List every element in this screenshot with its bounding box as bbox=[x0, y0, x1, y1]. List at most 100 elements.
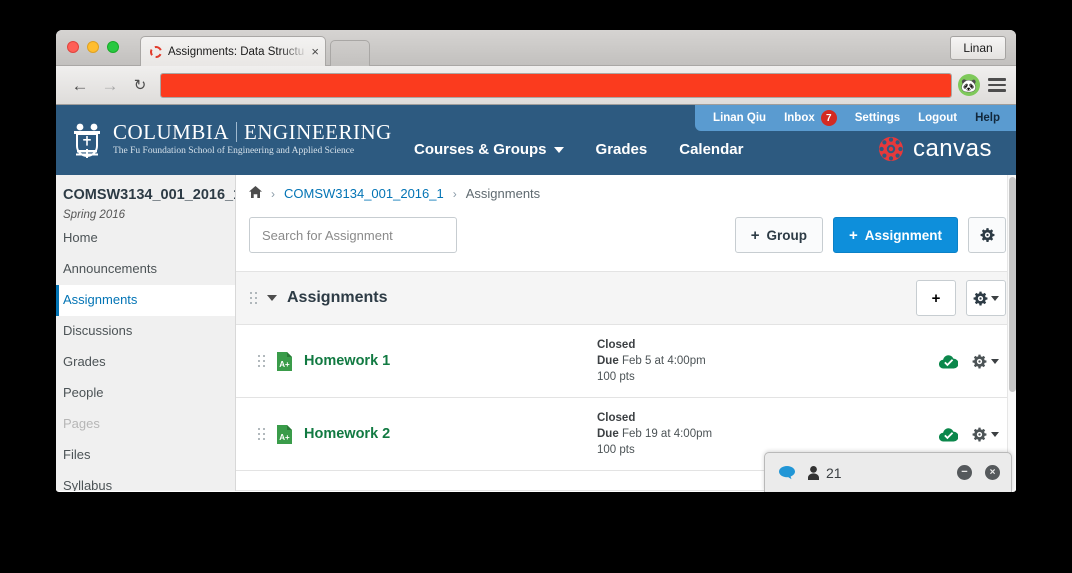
due-value: Feb 5 at 4:00pm bbox=[621, 354, 706, 367]
sidebar-item-grades[interactable]: Grades bbox=[56, 347, 235, 378]
forward-arrow-icon[interactable]: → bbox=[98, 73, 122, 97]
sidebar-item-syllabus[interactable]: Syllabus bbox=[56, 471, 235, 491]
back-arrow-icon[interactable]: ← bbox=[68, 73, 92, 97]
breadcrumb-course-link[interactable]: COMSW3134_001_2016_1 bbox=[284, 186, 444, 201]
browser-profile-button[interactable]: Linan bbox=[950, 36, 1006, 60]
add-to-group-button[interactable]: + bbox=[916, 280, 956, 316]
assignment-due: Due Feb 19 at 4:00pm bbox=[597, 426, 939, 442]
panda-extension-icon[interactable]: 🐼 bbox=[958, 74, 980, 96]
logo-engineering: ENGINEERING bbox=[244, 119, 392, 144]
assignment-row-left: A+ Homework 1 bbox=[257, 351, 597, 371]
address-redaction-overlay bbox=[161, 73, 951, 97]
home-icon[interactable] bbox=[249, 186, 262, 201]
chevron-down-icon bbox=[991, 295, 999, 301]
user-name-link[interactable]: Linan Qiu bbox=[713, 112, 766, 124]
main-content: › COMSW3134_001_2016_1 › Assignments Sea… bbox=[236, 175, 1016, 491]
help-link[interactable]: Help bbox=[975, 112, 1000, 124]
breadcrumb: › COMSW3134_001_2016_1 › Assignments bbox=[236, 175, 1016, 201]
chevron-down-icon bbox=[991, 431, 999, 437]
breadcrumb-separator-2: › bbox=[452, 186, 457, 201]
utility-nav: Linan Qiu Inbox 7 Settings Logout Help bbox=[695, 105, 1016, 131]
assignment-menu-button[interactable] bbox=[972, 427, 999, 442]
drag-handle-icon[interactable] bbox=[257, 354, 265, 368]
nav-grades[interactable]: Grades bbox=[596, 141, 648, 158]
group-menu-button[interactable] bbox=[966, 280, 1006, 316]
chat-widget[interactable]: 21 − × bbox=[764, 452, 1012, 492]
add-group-button[interactable]: + Group bbox=[734, 217, 823, 253]
plus-icon: + bbox=[931, 289, 941, 307]
page-body: COMSW3134_001_2016_1 Spring 2016 Home An… bbox=[56, 175, 1016, 491]
assignment-icon: A+ bbox=[277, 351, 292, 371]
assignments-settings-button[interactable] bbox=[968, 217, 1006, 253]
canvas-wordmark: canvas bbox=[912, 135, 992, 162]
search-input[interactable]: Search for Assignment bbox=[249, 217, 457, 253]
drag-handle-icon[interactable] bbox=[249, 291, 257, 305]
canvas-logo-icon bbox=[878, 137, 903, 161]
plus-icon: + bbox=[848, 226, 858, 244]
settings-link[interactable]: Settings bbox=[855, 112, 900, 124]
close-icon[interactable]: × bbox=[985, 465, 1000, 480]
gear-icon bbox=[972, 354, 987, 369]
browser-window: Assignments: Data Structu × Linan ← → ↻ … bbox=[56, 30, 1016, 492]
scrollbar-thumb[interactable] bbox=[1009, 177, 1016, 392]
drag-handle-icon[interactable] bbox=[257, 427, 265, 441]
assignment-row-left: A+ Homework 2 bbox=[257, 424, 597, 444]
inbox-label: Inbox bbox=[784, 112, 815, 124]
canvas-brand-logo[interactable]: canvas bbox=[878, 135, 992, 163]
minimize-icon[interactable]: − bbox=[957, 465, 972, 480]
logo-columbia: COLUMBIA bbox=[113, 119, 230, 144]
assignment-icon: A+ bbox=[277, 424, 292, 444]
columbia-engineering-logo[interactable]: COLUMBIA ENGINEERING The Fu Foundation S… bbox=[70, 119, 392, 159]
tab-title: Assignments: Data Structu bbox=[168, 45, 305, 58]
close-window-button[interactable] bbox=[67, 41, 79, 53]
canvas-main-nav: Courses & Groups Grades Calendar bbox=[414, 141, 743, 158]
reload-icon[interactable]: ↻ bbox=[128, 73, 152, 97]
logo-tagline: The Fu Foundation School of Engineering … bbox=[113, 145, 355, 156]
address-bar[interactable] bbox=[160, 72, 952, 98]
breadcrumb-current: Assignments bbox=[465, 186, 541, 201]
assignment-row[interactable]: A+ Homework 1 Closed Due Feb 5 at 4:00pm… bbox=[236, 325, 1016, 398]
sidebar-item-people[interactable]: People bbox=[56, 378, 235, 409]
published-cloud-check-icon[interactable] bbox=[939, 353, 958, 370]
browser-tab[interactable]: Assignments: Data Structu × bbox=[140, 36, 326, 66]
sidebar-item-home[interactable]: Home bbox=[56, 223, 235, 254]
add-assignment-button[interactable]: + Assignment bbox=[832, 217, 958, 253]
sidebar-item-announcements[interactable]: Announcements bbox=[56, 254, 235, 285]
person-icon bbox=[808, 465, 819, 480]
nav-courses-and-groups-label: Courses & Groups bbox=[414, 141, 547, 158]
sidebar-item-pages[interactable]: Pages bbox=[56, 409, 235, 440]
close-icon[interactable]: × bbox=[308, 45, 319, 58]
chevron-down-icon bbox=[553, 146, 564, 153]
sidebar-item-files[interactable]: Files bbox=[56, 440, 235, 471]
minimize-window-button[interactable] bbox=[87, 41, 99, 53]
inbox-link[interactable]: Inbox 7 bbox=[784, 110, 837, 126]
logo-primary: COLUMBIA ENGINEERING bbox=[113, 119, 392, 144]
chevron-down-icon[interactable] bbox=[267, 295, 277, 301]
add-assignment-label: Assignment bbox=[864, 227, 942, 243]
assignment-row-right bbox=[939, 426, 1006, 443]
browser-tab-strip: Assignments: Data Structu × Linan bbox=[56, 30, 1016, 66]
svg-text:A+: A+ bbox=[279, 433, 290, 442]
course-term: Spring 2016 bbox=[63, 209, 126, 221]
sidebar-item-assignments[interactable]: Assignments bbox=[56, 284, 235, 316]
nav-courses-and-groups[interactable]: Courses & Groups bbox=[414, 141, 564, 158]
plus-icon: + bbox=[750, 226, 760, 244]
maximize-window-button[interactable] bbox=[107, 41, 119, 53]
published-cloud-check-icon[interactable] bbox=[939, 426, 958, 443]
assignment-group-header: Assignments + bbox=[236, 271, 1016, 325]
logout-link[interactable]: Logout bbox=[918, 112, 957, 124]
assignment-title-link[interactable]: Homework 1 bbox=[304, 353, 390, 369]
assignment-title-link[interactable]: Homework 2 bbox=[304, 426, 390, 442]
sidebar-item-discussions[interactable]: Discussions bbox=[56, 316, 235, 347]
assignment-menu-button[interactable] bbox=[972, 354, 999, 369]
chat-user-count: 21 bbox=[826, 464, 842, 481]
page-scrollbar[interactable] bbox=[1007, 175, 1016, 491]
browser-toolbar: ← → ↻ 🐼 bbox=[56, 66, 1016, 105]
nav-calendar[interactable]: Calendar bbox=[679, 141, 743, 158]
chat-bubble-icon[interactable] bbox=[779, 465, 795, 480]
gear-icon bbox=[972, 427, 987, 442]
course-title: COMSW3134_001_2016_1 bbox=[63, 187, 235, 203]
assignment-status: Closed bbox=[597, 411, 636, 424]
hamburger-menu-icon[interactable] bbox=[988, 78, 1006, 92]
new-tab-button[interactable] bbox=[330, 40, 370, 66]
